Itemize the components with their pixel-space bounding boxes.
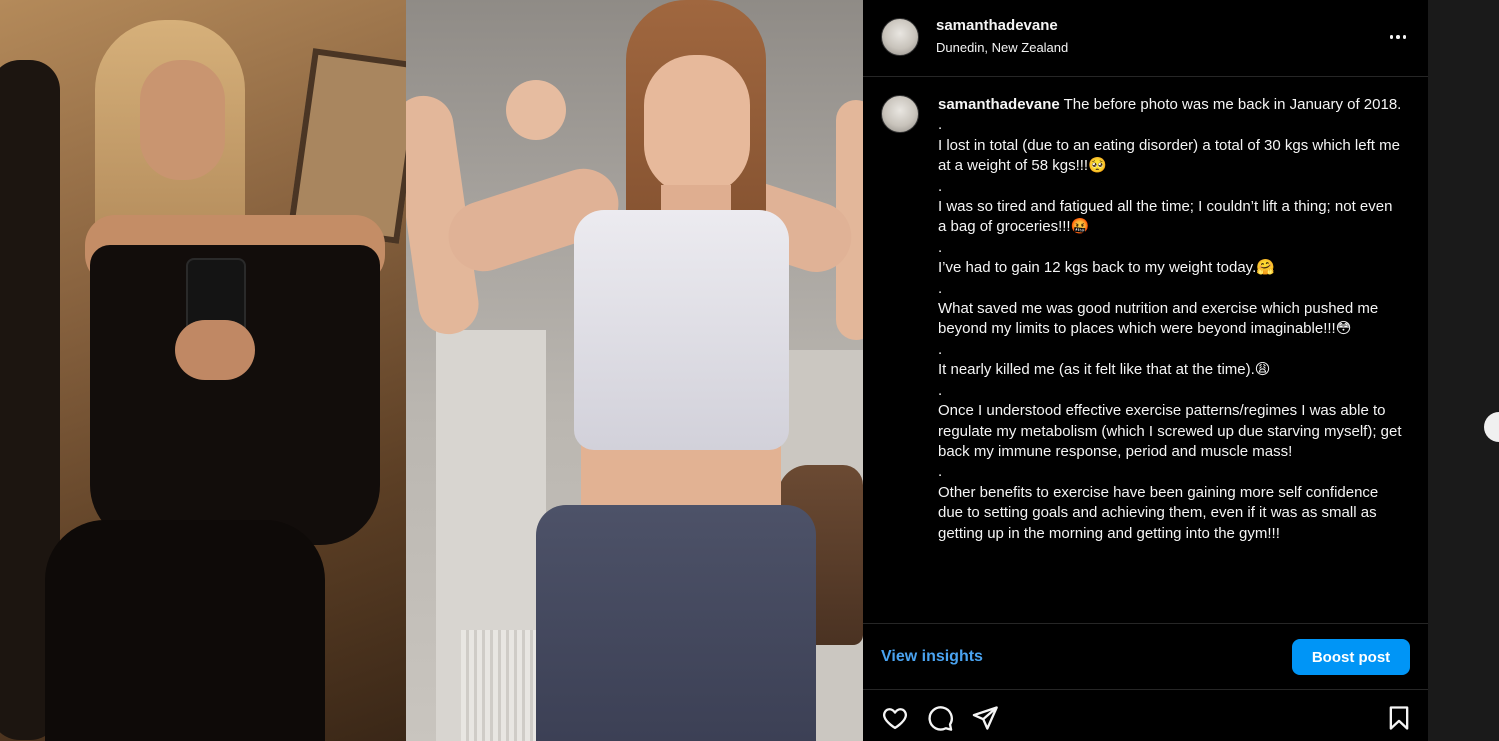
caption-paragraph: . [938, 116, 943, 134]
post-header: samanthadevane Dunedin, New Zealand [863, 0, 1428, 77]
caption-paragraph: . [938, 463, 943, 481]
modal-backdrop[interactable] [1428, 0, 1499, 741]
caption-paragraph: Other benefits to exercise have been gai… [938, 483, 1379, 542]
caption-paragraph: . [938, 279, 943, 297]
caption-username[interactable]: samanthadevane [938, 96, 1060, 113]
caption-area[interactable]: samanthadevane The before photo was me b… [863, 77, 1428, 623]
caption-paragraph: . [938, 238, 943, 256]
caption-paragraph: What saved me was good nutrition and exe… [938, 300, 1379, 338]
before-photo [0, 0, 406, 741]
post-media[interactable] [0, 0, 863, 741]
header-location[interactable]: Dunedin, New Zealand [936, 40, 1068, 55]
heart-icon[interactable] [881, 704, 911, 734]
insights-bar: View insights Boost post [863, 623, 1428, 690]
caption-paragraph: . [938, 340, 943, 358]
more-options-icon[interactable] [1383, 26, 1413, 48]
view-insights-link[interactable]: View insights [881, 648, 983, 666]
caption-paragraph: The before photo was me back in January … [1063, 96, 1402, 113]
caption-paragraph: Once I understood effective exercise pat… [938, 402, 1402, 460]
after-photo [406, 0, 863, 741]
bookmark-icon[interactable] [1385, 704, 1415, 734]
header-username[interactable]: samanthadevane [936, 17, 1058, 34]
caption: samanthadevane The before photo was me b… [938, 95, 1403, 544]
post-side-panel: samanthadevane Dunedin, New Zealand sama… [863, 0, 1428, 741]
caption-paragraph: I’ve had to gain 12 kgs back to my weigh… [938, 259, 1275, 277]
caption-paragraph: . [938, 381, 943, 399]
caption-paragraph: It nearly killed me (as it felt like tha… [938, 361, 1271, 379]
boost-post-button[interactable]: Boost post [1292, 639, 1410, 675]
caption-paragraph: I was so tired and fatigued all the time… [938, 198, 1393, 236]
instagram-post-modal: samanthadevane Dunedin, New Zealand sama… [0, 0, 1499, 741]
caption-first-line: samanthadevane The before photo was me b… [938, 95, 1403, 115]
share-icon[interactable] [971, 704, 1001, 734]
comment-icon[interactable] [926, 704, 956, 734]
caption-paragraph: I lost in total (due to an eating disord… [938, 136, 1400, 175]
caption-paragraph: . [938, 177, 943, 195]
caption-avatar[interactable] [881, 95, 919, 133]
avatar[interactable] [881, 18, 919, 56]
